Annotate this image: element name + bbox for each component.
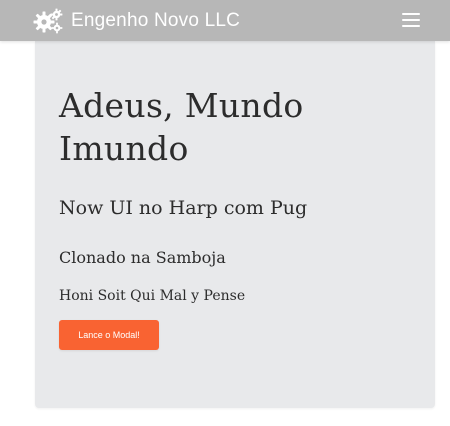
launch-modal-button[interactable]: Lance o Modal! — [59, 320, 159, 350]
navbar: Engenho Novo LLC — [0, 0, 450, 41]
heading-motto: Honi Soit Qui Mal y Pense — [59, 288, 246, 304]
hamburger-menu-icon[interactable] — [402, 11, 420, 28]
heading-cloned: Clonado na Samboja — [59, 248, 226, 267]
gears-icon — [33, 8, 63, 33]
hamburger-bar — [402, 13, 420, 15]
brand-link[interactable]: Engenho Novo LLC — [33, 0, 240, 41]
page-title: Adeus, Mundo Imundo — [59, 86, 304, 168]
page-subtitle: Now UI no Harp com Pug — [59, 197, 308, 219]
brand-name: Engenho Novo LLC — [71, 9, 241, 31]
hamburger-bar — [402, 25, 420, 27]
hamburger-bar — [402, 19, 420, 21]
jumbotron: Adeus, Mundo Imundo Now UI no Harp com P… — [35, 41, 435, 408]
